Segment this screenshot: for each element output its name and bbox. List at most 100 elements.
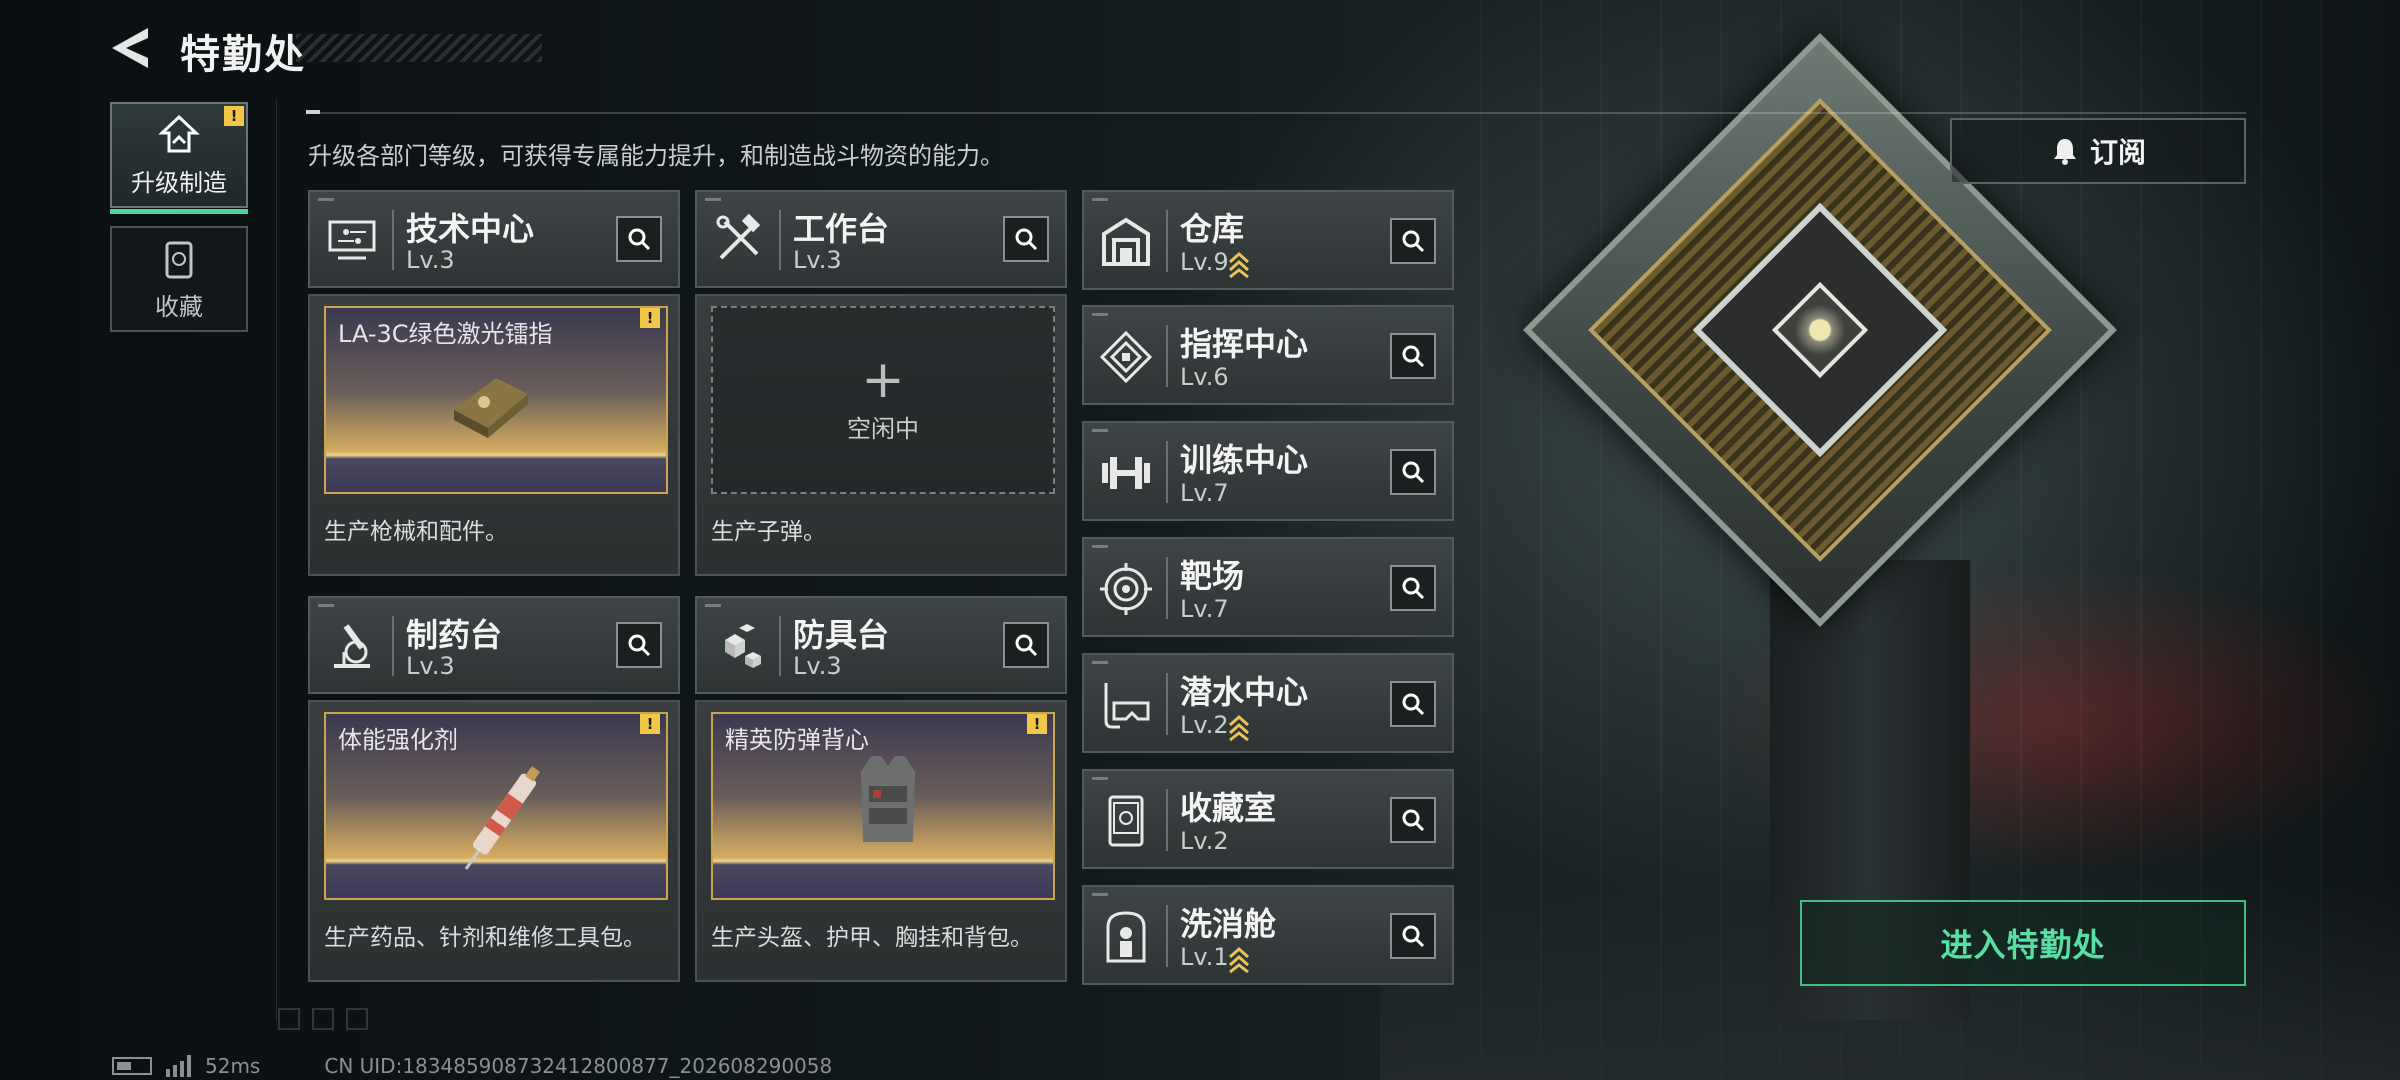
dept-name: 靶场 [1180,557,1245,595]
enter-special-ops-button[interactable]: 进入特勤处 [1800,900,2246,986]
divider [1166,905,1168,967]
bell-icon [2053,139,2076,165]
magnifier-icon [1015,228,1038,251]
dept-name: 工作台 [793,210,890,248]
upgrade-available-icon [1229,714,1249,741]
production-slot[interactable]: LA-3C绿色激光镭指 ! [324,306,668,494]
card-decoration [318,604,334,607]
alert-badge: ! [640,714,660,734]
magnifier-icon [1402,230,1425,253]
inspect-button[interactable] [1390,333,1436,379]
inspect-button[interactable] [1003,216,1049,262]
card-decoration [705,198,721,201]
dept-level: Lv.2 [1180,827,1229,855]
dept-name: 训练中心 [1180,441,1309,479]
ping-value: 52ms [205,1054,261,1078]
dept-card-collection-room[interactable]: 收藏室 Lv.2 [1082,769,1454,869]
dept-name: 防具台 [793,616,890,654]
production-slot[interactable]: 体能强化剂 ! [324,712,668,900]
decoration [346,1008,368,1030]
divider [1166,673,1168,735]
magnifier-icon [1402,461,1425,484]
dept-card-workbench[interactable]: 工作台 Lv.3 [695,190,1067,288]
alert-badge: ! [1027,714,1047,734]
body-armor-image [861,756,915,842]
battery-icon [112,1057,152,1075]
subscribe-button[interactable]: 订阅 [1950,118,2246,184]
production-panel-armor-bench: 精英防弹背心 ! 生产头盔、护甲、胸挂和背包。 [695,700,1067,982]
dept-card-warehouse[interactable]: 仓库 Lv.9 [1082,190,1454,290]
command-center-icon [1099,330,1153,384]
subscribe-label: 订阅 [2089,136,2146,169]
upgrade-available-icon [1229,251,1249,278]
product-name: LA-3C绿色激光镭指 [338,320,553,348]
workbench-icon [716,213,761,260]
divider [392,210,394,270]
dept-level: Lv.7 [1180,595,1229,623]
dept-level: Lv.6 [1180,363,1229,391]
production-panel-pharmacy: 体能强化剂 ! 生产药品、针剂和维修工具包。 [308,700,680,982]
inspect-button[interactable] [1003,622,1049,668]
inspect-button[interactable] [616,622,662,668]
card-decoration [1092,545,1108,548]
dept-level: Lv.3 [793,652,842,680]
pharmacy-icon [334,624,370,668]
back-button[interactable] [108,24,152,72]
page-title: 特勤处 [180,32,306,78]
magnifier-icon [628,228,651,251]
user-uid: CN UID:18348590873241280087​7_2026082900… [324,1054,833,1078]
alert-badge: ! [224,106,244,126]
inspect-button[interactable] [1390,797,1436,843]
divider [392,616,394,676]
magnifier-icon [1402,925,1425,948]
card-decoration [1092,893,1108,896]
nav-label: 收藏 [155,292,203,321]
inspect-button[interactable] [1390,913,1436,959]
dept-card-training-center[interactable]: 训练中心 Lv.7 [1082,421,1454,521]
back-arrow-icon [112,28,148,68]
dept-card-command-center[interactable]: 指挥中心 Lv.6 [1082,305,1454,405]
dept-card-shooting-range[interactable]: 靶场 Lv.7 [1082,537,1454,637]
armor-bench-icon [725,624,761,668]
dept-card-tech-center[interactable]: 技术中心 Lv.3 [308,190,680,288]
page-description: 升级各部门等级，可获得专属能力提升，和制造战斗物资的能力。 [308,142,1004,170]
card-decoration [318,198,334,201]
inspect-button[interactable] [616,216,662,262]
inspect-button[interactable] [1390,565,1436,611]
dept-card-diving-center[interactable]: 潜水中心 Lv.2 [1082,653,1454,753]
dept-description: 生产头盔、护甲、胸挂和背包。 [711,925,1033,951]
production-slot-empty[interactable]: + 空闲中 [711,306,1055,494]
production-slot[interactable]: 精英防弹背心 ! [711,712,1055,900]
nav-item-upgrade[interactable]: 升级制造 ! [110,102,248,214]
dept-card-decontamination[interactable]: 洗消舱 Lv.1 [1082,885,1454,985]
inspect-button[interactable] [1390,681,1436,727]
production-panel-tech-center: LA-3C绿色激光镭指 ! 生产枪械和配件。 [308,294,680,576]
signal-icon [166,1055,191,1077]
upgrade-available-icon [1229,946,1249,973]
dept-level: Lv.3 [406,246,455,274]
dept-level: Lv.9 [1180,248,1229,276]
inspect-button[interactable] [1390,218,1436,264]
dept-level: Lv.2 [1180,711,1229,739]
upgrade-icon [158,114,200,152]
dept-card-armor-bench[interactable]: 防具台 Lv.3 [695,596,1067,694]
dept-level: Lv.3 [793,246,842,274]
product-name: 体能强化剂 [338,726,458,754]
dept-name: 仓库 [1180,210,1245,248]
dept-description: 生产药品、针剂和维修工具包。 [324,925,646,951]
inspect-button[interactable] [1390,449,1436,495]
diving-mask-icon [1104,683,1150,729]
divider [1166,210,1168,272]
magnifier-icon [1402,693,1425,716]
laser-sight-image [454,378,528,438]
divider [779,616,781,676]
enter-label: 进入特勤处 [1940,926,2106,964]
decoration [312,1008,334,1030]
dept-level: Lv.3 [406,652,455,680]
dept-card-pharmacy[interactable]: 制药台 Lv.3 [308,596,680,694]
idle-label: 空闲中 [847,414,919,443]
dumbbell-icon [1102,457,1150,489]
dept-description: 生产子弹。 [711,519,826,545]
nav-item-collection[interactable]: 收藏 [110,226,248,332]
card-decoration [705,604,721,607]
